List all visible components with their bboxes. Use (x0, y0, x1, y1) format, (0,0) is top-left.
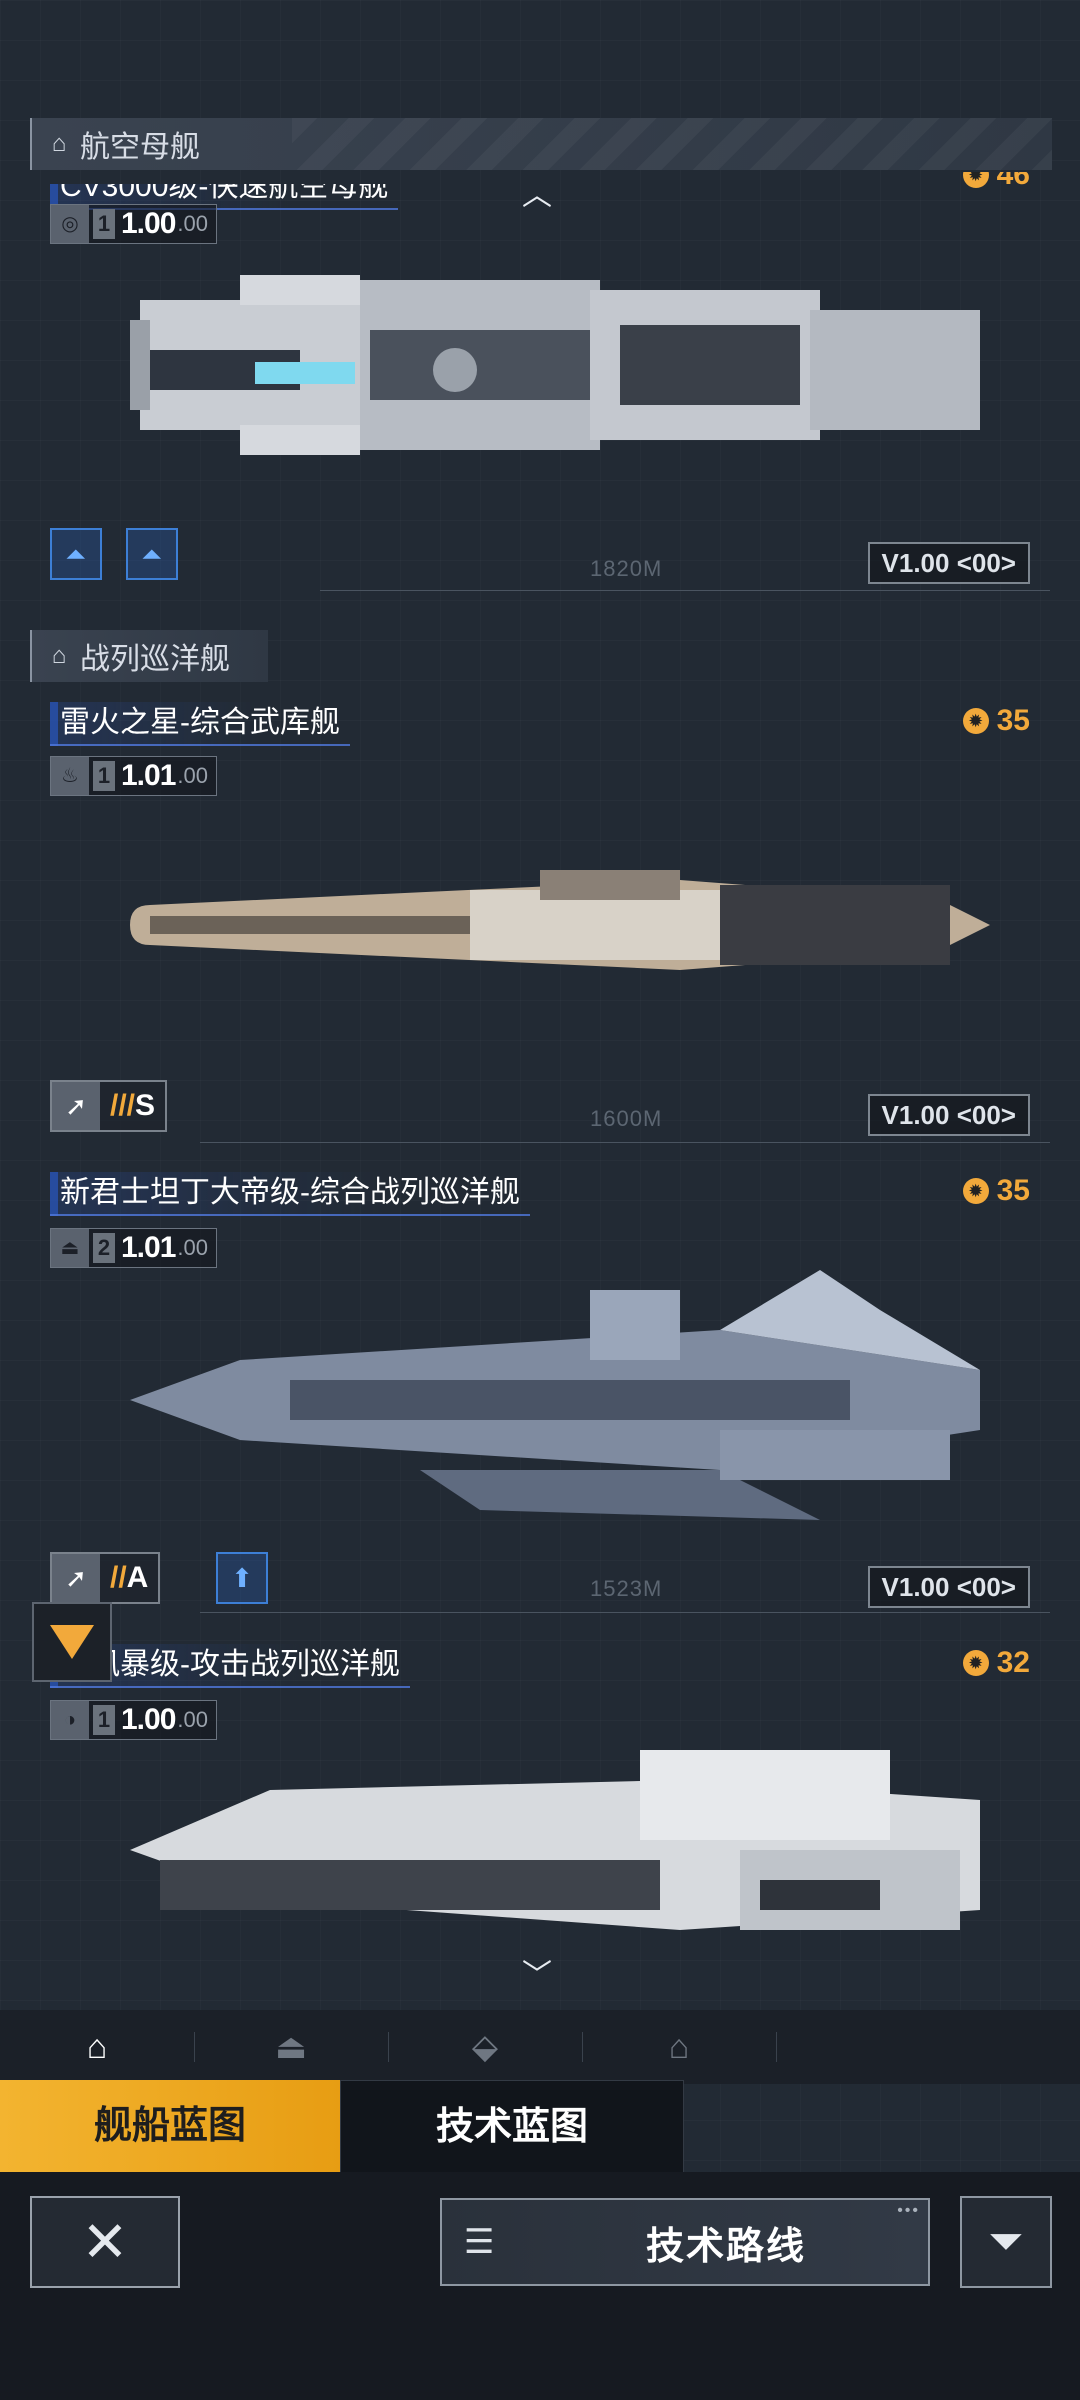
ship-version: V1.00 <00> (867, 1094, 1030, 1136)
nav-cruiser[interactable]: ⬙ (388, 2010, 582, 2084)
ship-stats: ♨ 1 1.01 .00 (50, 756, 217, 796)
ship-stats: ◑ 1 1.00 .00 (50, 1700, 217, 1740)
points-icon: ✹ (962, 1178, 989, 1204)
battlecruiser-icon: ⏏ (274, 2028, 308, 2066)
ship-points: ✹ 35 (962, 704, 1030, 738)
dots-icon: ••• (897, 2202, 920, 2219)
tech-route-label: 技术路线 (645, 2225, 806, 2268)
carrier-ability-icon[interactable]: ⏶ (50, 528, 102, 580)
carrier-icon: ⌂ (86, 2027, 108, 2066)
ship-image-arsenal[interactable] (120, 850, 1000, 1000)
ship-image-carrier[interactable] (120, 240, 1000, 490)
ship-version: V1.00 <00> (867, 1566, 1030, 1608)
section-header-battlecruiser[interactable]: ⌂ 战列巡洋舰 (30, 630, 268, 682)
chevron-down-icon[interactable]: ﹀ (522, 1950, 552, 1994)
warning-triangle-icon (50, 1625, 94, 1659)
points-icon: ✹ (962, 708, 989, 734)
globe-icon: ◎ (51, 205, 89, 243)
ship-name[interactable]: 新君士坦丁大帝级-综合战列巡洋舰 (50, 1172, 530, 1216)
nav-carrier[interactable]: ⌂ (0, 2010, 194, 2084)
grade-tag[interactable]: ➚ ///S (50, 1080, 168, 1132)
nav-destroyer[interactable]: ⌂ (582, 2010, 776, 2084)
carrier-icon: ⌂ (51, 130, 67, 157)
rank-arrow-icon: ➚ (52, 1082, 100, 1130)
shield-icon: ◑ (51, 1701, 89, 1739)
dimension-line (320, 590, 1050, 591)
section-header-carrier[interactable]: ⌂ 航空母舰 (30, 118, 1052, 170)
nav-battlecruiser[interactable]: ⏏ (194, 2010, 388, 2084)
section-label: 战列巡洋舰 (80, 643, 230, 676)
close-button[interactable]: ✕ (30, 2196, 180, 2288)
fighter-ability-icon[interactable]: ⏶ (126, 528, 178, 580)
rank-arrow-icon: ➚ (52, 1554, 100, 1602)
ship-length: 1600M (590, 1106, 663, 1131)
ship-version: V1.00 <00> (867, 542, 1030, 584)
filter-icon: ⏷ (988, 2217, 1024, 2266)
dimension-line (200, 1142, 1050, 1143)
ship-length: 1523M (590, 1576, 663, 1601)
ship-stats: ⏏ 2 1.01 .00 (50, 1228, 217, 1268)
chevron-up-icon[interactable]: ︿ (522, 170, 552, 214)
points-icon: ✹ (962, 1650, 989, 1676)
boost-arrow-icon[interactable]: ⬆ (216, 1552, 268, 1604)
battlecruiser-icon: ⌂ (51, 642, 67, 669)
ship-points: ✹ 35 (962, 1174, 1030, 1208)
ship-length: 1820M (590, 556, 663, 581)
filter-button[interactable]: ⏷ (960, 2196, 1052, 2288)
destroyer-icon: ⌂ (668, 2027, 690, 2066)
tab-tech-blueprint[interactable]: 技术蓝图 (340, 2080, 684, 2174)
ship-class-icon: ⏏ (51, 1229, 89, 1267)
ship-image-constantine[interactable] (120, 1270, 1000, 1530)
ship-stats: ◎ 1 1.00 .00 (50, 204, 217, 244)
alert-badge[interactable] (32, 1602, 112, 1682)
ship-name[interactable]: 雷火之星-综合武库舰 (50, 702, 350, 746)
tree-list-icon: ☰ (464, 2223, 495, 2261)
dimension-line (200, 1612, 1050, 1613)
grade-tag[interactable]: ➚ //A (50, 1552, 161, 1604)
flame-icon: ♨ (51, 757, 89, 795)
ship-points: ✹ 32 (962, 1646, 1030, 1680)
tech-route-button[interactable]: ☰ 技术路线 ••• (440, 2198, 930, 2286)
tab-ship-blueprint[interactable]: 舰船蓝图 (0, 2080, 340, 2172)
category-nav: ⌂ ⏏ ⬙ ⌂ (0, 2010, 1080, 2084)
cruiser-icon: ⬙ (471, 2028, 499, 2066)
section-label: 航空母舰 (80, 131, 200, 164)
ship-image-hurricane[interactable] (120, 1740, 1000, 1960)
